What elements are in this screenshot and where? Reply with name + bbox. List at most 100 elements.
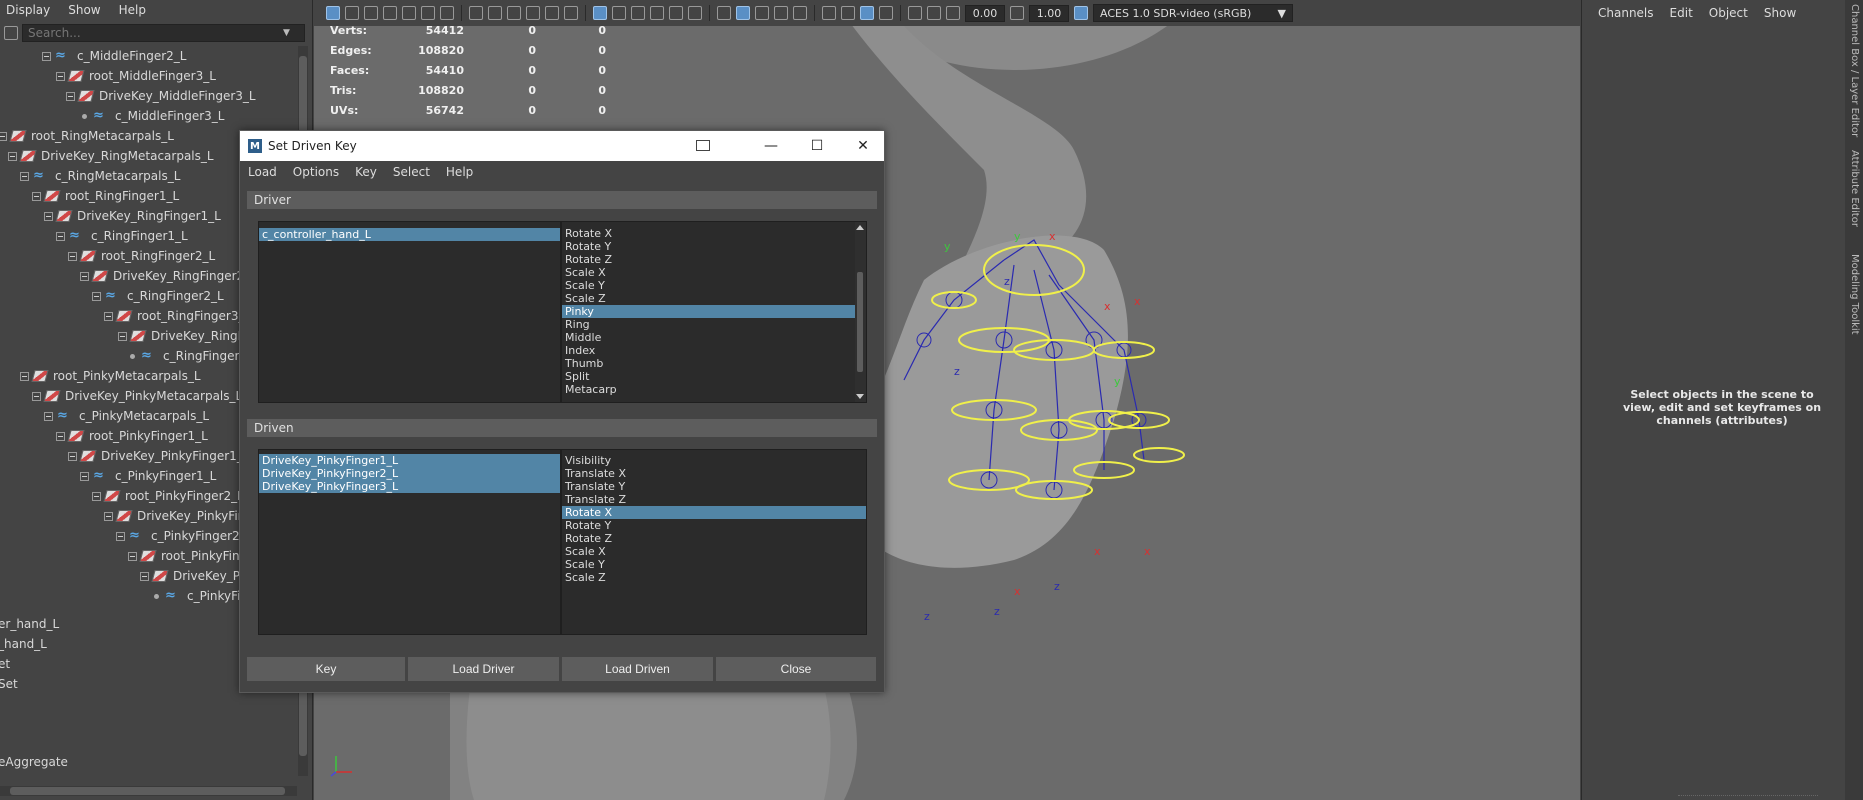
gamma-icon[interactable] — [1010, 6, 1024, 20]
side-tab-modeling-toolkit[interactable]: Modeling Toolkit — [1849, 254, 1860, 335]
dock-icon[interactable] — [696, 140, 710, 151]
collapse-icon[interactable] — [44, 411, 53, 421]
list-item[interactable]: Scale X — [562, 545, 866, 558]
list-item[interactable]: Scale Z — [562, 292, 866, 305]
outliner-item[interactable]: root_RingFinger1_L — [32, 186, 179, 206]
dialog-titlebar[interactable]: M Set Driven Key — ☐ ✕ — [240, 131, 884, 161]
gate-mask-icon[interactable] — [507, 6, 521, 20]
driver-attribute-list[interactable]: Rotate X Rotate Y Rotate Z Scale X Scale Y Sc… — [561, 221, 867, 403]
collapse-icon[interactable] — [128, 551, 137, 561]
outliner-search[interactable]: ▼ — [22, 24, 305, 42]
collapse-icon[interactable] — [56, 71, 65, 81]
outliner-item[interactable]: eAggregate — [0, 752, 68, 772]
safe-action-icon[interactable] — [545, 6, 559, 20]
collapse-icon[interactable] — [56, 231, 65, 241]
close-button[interactable]: Close — [716, 657, 876, 681]
outliner-item[interactable]: root_MiddleFinger3_L — [56, 66, 216, 86]
list-item[interactable]: Middle — [562, 331, 866, 344]
outliner-item[interactable]: ≈ c_PinkyFinger1_L — [80, 466, 216, 486]
textured-icon[interactable] — [688, 6, 702, 20]
outliner-item[interactable]: er_hand_L — [0, 614, 59, 634]
list-item[interactable]: Pinky — [562, 305, 866, 318]
list-item[interactable]: Scale X — [562, 266, 866, 279]
field-chart-icon[interactable] — [526, 6, 540, 20]
driver-object-list[interactable]: c_controller_hand_L — [258, 221, 561, 403]
exposure-icon[interactable] — [946, 6, 960, 20]
collapse-icon[interactable] — [104, 511, 113, 521]
menu-key[interactable]: Key — [355, 165, 377, 179]
collapse-icon[interactable] — [68, 251, 77, 261]
outliner-item[interactable]: DriveKey_PinkyFinger1_L — [68, 446, 250, 466]
grid-icon[interactable] — [593, 6, 607, 20]
list-item[interactable]: Scale Z — [562, 571, 866, 584]
driven-attribute-list[interactable]: Visibility Translate X Translate Y Translat… — [561, 449, 867, 635]
list-item[interactable]: Split — [562, 370, 866, 383]
collapse-icon[interactable] — [32, 191, 41, 201]
outliner-item[interactable]: DriveKey_RingMetacarpals_L — [8, 146, 214, 166]
list-item[interactable]: Visibility — [562, 454, 866, 467]
collapse-icon[interactable] — [20, 171, 29, 181]
outliner-item[interactable]: root_RingFinger2_L — [68, 246, 215, 266]
collapse-icon[interactable] — [42, 51, 51, 61]
driven-object-list[interactable]: DriveKey_PinkyFinger1_L DriveKey_PinkyFin… — [258, 449, 561, 635]
list-item[interactable]: Translate Y — [562, 480, 866, 493]
ambient-occlusion-icon[interactable] — [822, 6, 836, 20]
outliner-item[interactable]: DriveKey_RingFinger2_L — [80, 266, 257, 286]
menu-select[interactable]: Select — [393, 165, 430, 179]
outliner-item[interactable]: root_PinkyFinger2_L — [92, 486, 244, 506]
colorspace-select[interactable]: ACES 1.0 SDR-video (sRGB) ▼ — [1093, 4, 1293, 22]
collapse-icon[interactable] — [80, 271, 89, 281]
image-plane-icon[interactable] — [383, 6, 397, 20]
channels-menu[interactable]: Channels — [1598, 6, 1654, 20]
driver-frame-header[interactable]: Driver — [247, 191, 877, 209]
side-tab-channel-box[interactable]: Channel Box / Layer Editor — [1849, 4, 1860, 137]
collapse-icon[interactable] — [0, 131, 7, 141]
close-icon[interactable]: ✕ — [840, 131, 886, 161]
collapse-icon[interactable] — [140, 571, 149, 581]
list-item[interactable]: Index — [562, 344, 866, 357]
xray-active-icon[interactable] — [927, 6, 941, 20]
outliner-item[interactable]: ≈ c_RingFinger2_L — [92, 286, 224, 306]
list-item[interactable]: Scale Y — [562, 558, 866, 571]
collapse-icon[interactable] — [80, 471, 89, 481]
collapse-icon[interactable] — [20, 371, 29, 381]
outliner-item[interactable]: ≈ c_RingMetacarpals_L — [20, 166, 180, 186]
show-menu[interactable]: Show — [1764, 6, 1796, 20]
driven-frame-header[interactable]: Driven — [247, 419, 877, 437]
menu-load[interactable]: Load — [248, 165, 277, 179]
resize-handle[interactable] — [1678, 795, 1818, 798]
list-item[interactable]: c_controller_hand_L — [259, 228, 560, 241]
outliner-item[interactable]: root_RingMetacarpals_L — [0, 126, 174, 146]
safe-title-icon[interactable] — [564, 6, 578, 20]
outliner-menu-show[interactable]: Show — [68, 3, 100, 17]
list-item[interactable]: Rotate Y — [562, 240, 866, 253]
outliner-item[interactable]: DriveKey_MiddleFinger3_L — [66, 86, 256, 106]
outliner-search-input[interactable] — [23, 26, 283, 40]
smooth-shade-icon[interactable] — [631, 6, 645, 20]
exposure-field[interactable]: 0.00 — [965, 4, 1005, 22]
collapse-icon[interactable] — [104, 311, 113, 321]
2d-pan-zoom-icon[interactable] — [402, 6, 416, 20]
camera-attributes-icon[interactable] — [345, 6, 359, 20]
bounding-box-icon[interactable] — [669, 6, 683, 20]
wireframe-on-shaded-icon[interactable] — [717, 6, 731, 20]
wireframe-icon[interactable] — [612, 6, 626, 20]
collapse-icon[interactable] — [56, 431, 65, 441]
outliner-item[interactable]: Set — [0, 674, 18, 694]
isolate-select-icon[interactable] — [908, 6, 922, 20]
collapse-icon[interactable] — [116, 531, 125, 541]
outliner-item[interactable]: DriveKey_RingFinger1_L — [44, 206, 221, 226]
side-tab-attribute-editor[interactable]: Attribute Editor — [1849, 150, 1860, 227]
list-item[interactable]: Rotate X — [562, 227, 866, 240]
resolution-gate-icon[interactable] — [488, 6, 502, 20]
list-item[interactable]: Metacarp — [562, 383, 866, 396]
outliner-item[interactable]: _hand_L — [0, 634, 47, 654]
xray-icon[interactable] — [736, 6, 750, 20]
outliner-item[interactable]: root_RingFinger3_L — [104, 306, 251, 326]
select-camera-icon[interactable] — [326, 6, 340, 20]
outliner-item[interactable]: ≈ c_RingFinger1_L — [56, 226, 188, 246]
outliner-item[interactable]: root_PinkyFinger1_L — [56, 426, 208, 446]
collapse-icon[interactable] — [92, 291, 101, 301]
collapse-icon[interactable] — [44, 211, 53, 221]
list-item[interactable]: Rotate Z — [562, 253, 866, 266]
